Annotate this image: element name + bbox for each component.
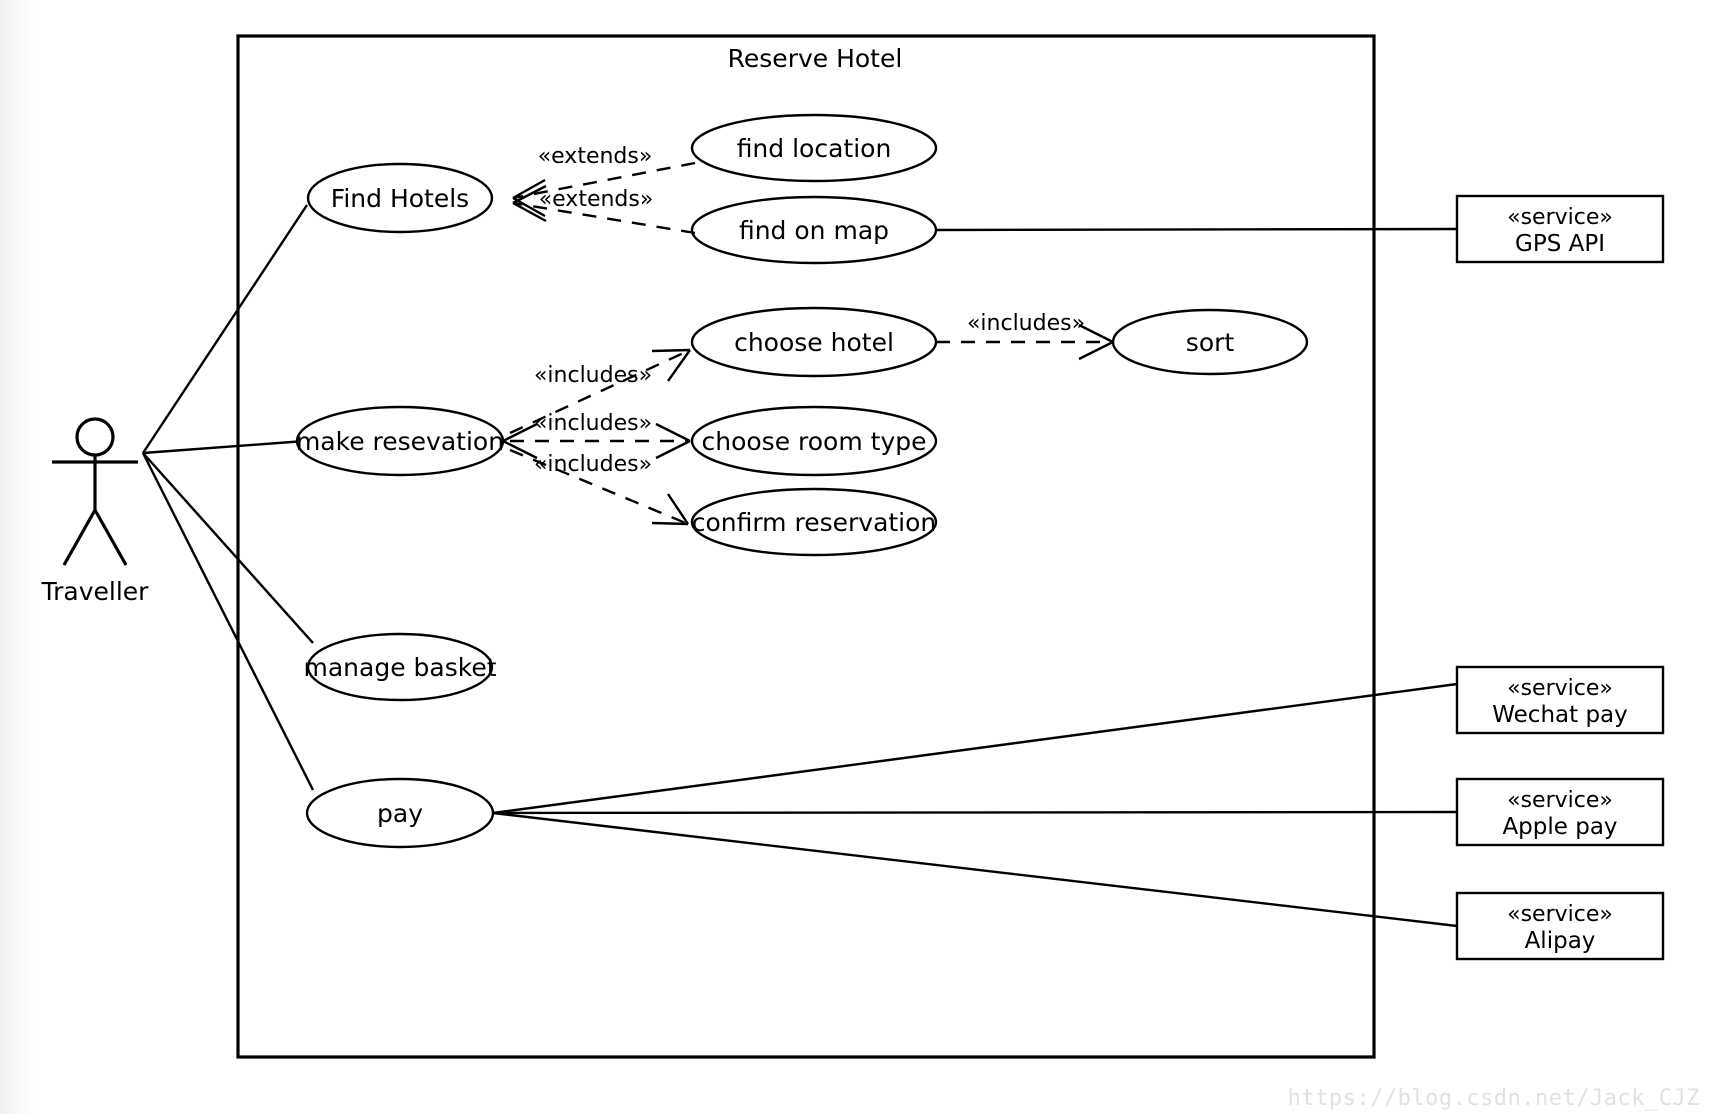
service-apple-pay[interactable]: «service» Apple pay <box>1455 777 1665 847</box>
service-alipay-name: Alipay <box>1525 928 1596 954</box>
association-pay-apple-pay[interactable] <box>492 810 1458 815</box>
use-case-find-on-map-label: find on map <box>739 216 889 245</box>
use-case-sort-label: sort <box>1186 328 1235 357</box>
association-traveller-pay[interactable] <box>141 452 315 791</box>
service-wechat-pay[interactable]: «service» Wechat pay <box>1455 665 1665 735</box>
actor-head-icon <box>75 417 115 457</box>
association-find-on-map-gps-api[interactable] <box>935 227 1458 232</box>
service-gps-api[interactable]: «service» GPS API <box>1455 194 1665 264</box>
service-apple-pay-name: Apple pay <box>1502 814 1617 840</box>
relationship-extends-find-location-label: «extends» <box>538 144 653 169</box>
relationship-includes-confirm-reservation[interactable]: «includes» <box>509 448 689 526</box>
use-case-find-on-map[interactable]: find on map <box>690 195 938 265</box>
use-case-diagram-canvas: Reserve Hotel Traveller Find Hotels find… <box>41 34 1700 1111</box>
use-case-find-location[interactable]: find location <box>690 113 938 183</box>
relationship-extends-find-on-map[interactable]: «extends» <box>512 184 696 235</box>
relationship-includes-sort[interactable]: «includes» <box>936 311 1114 361</box>
service-alipay-stereotype: «service» <box>1507 902 1613 927</box>
use-case-make-reservation[interactable]: make resevation <box>295 405 505 477</box>
relationship-extends-find-on-map-label: «extends» <box>539 187 654 212</box>
relationship-includes-choose-room-type[interactable]: «includes» <box>502 411 691 460</box>
use-case-find-hotels-label: Find Hotels <box>331 184 469 213</box>
use-case-confirm-reservation[interactable]: confirm reservation <box>690 487 938 557</box>
service-wechat-pay-stereotype: «service» <box>1507 676 1613 701</box>
use-case-pay-label: pay <box>377 799 423 828</box>
service-apple-pay-stereotype: «service» <box>1507 788 1613 813</box>
use-case-find-hotels[interactable]: Find Hotels <box>306 162 494 234</box>
service-gps-api-stereotype: «service» <box>1507 205 1613 230</box>
relationship-includes-choose-room-type-label: «includes» <box>534 411 652 436</box>
association-pay-alipay[interactable] <box>492 811 1458 928</box>
service-gps-api-name: GPS API <box>1515 231 1605 257</box>
service-alipay[interactable]: «service» Alipay <box>1455 891 1665 961</box>
use-case-sort[interactable]: sort <box>1111 308 1309 376</box>
use-case-confirm-reservation-label: confirm reservation <box>692 508 937 537</box>
use-case-pay[interactable]: pay <box>305 777 495 849</box>
use-case-make-reservation-label: make resevation <box>296 427 504 456</box>
watermark-text: https://blog.csdn.net/Jack_CJZ <box>1288 1086 1700 1111</box>
service-wechat-pay-name: Wechat pay <box>1492 702 1628 728</box>
use-case-choose-room-type[interactable]: choose room type <box>690 405 938 477</box>
actor-left-leg-icon <box>62 509 97 566</box>
association-traveller-manage-basket[interactable] <box>142 452 314 644</box>
actor-right-leg-icon <box>93 509 128 566</box>
use-case-find-location-label: find location <box>737 134 892 163</box>
relationship-includes-confirm-reservation-label: «includes» <box>534 452 652 477</box>
use-case-choose-room-type-label: choose room type <box>702 427 927 456</box>
use-case-choose-hotel[interactable]: choose hotel <box>690 306 938 378</box>
use-case-manage-basket[interactable]: manage basket <box>303 632 497 702</box>
association-traveller-find-hotels[interactable] <box>141 204 309 454</box>
actor-traveller-label: Traveller <box>41 577 150 606</box>
system-boundary-title: Reserve Hotel <box>728 44 903 73</box>
use-case-choose-hotel-label: choose hotel <box>734 328 894 357</box>
relationship-includes-sort-label: «includes» <box>967 311 1085 336</box>
use-case-manage-basket-label: manage basket <box>303 653 496 682</box>
relationship-includes-choose-hotel-label: «includes» <box>534 363 652 388</box>
association-pay-wechat-pay[interactable] <box>492 682 1458 815</box>
actor-traveller[interactable]: Traveller <box>41 417 150 606</box>
association-traveller-make-reservation[interactable] <box>142 439 306 455</box>
